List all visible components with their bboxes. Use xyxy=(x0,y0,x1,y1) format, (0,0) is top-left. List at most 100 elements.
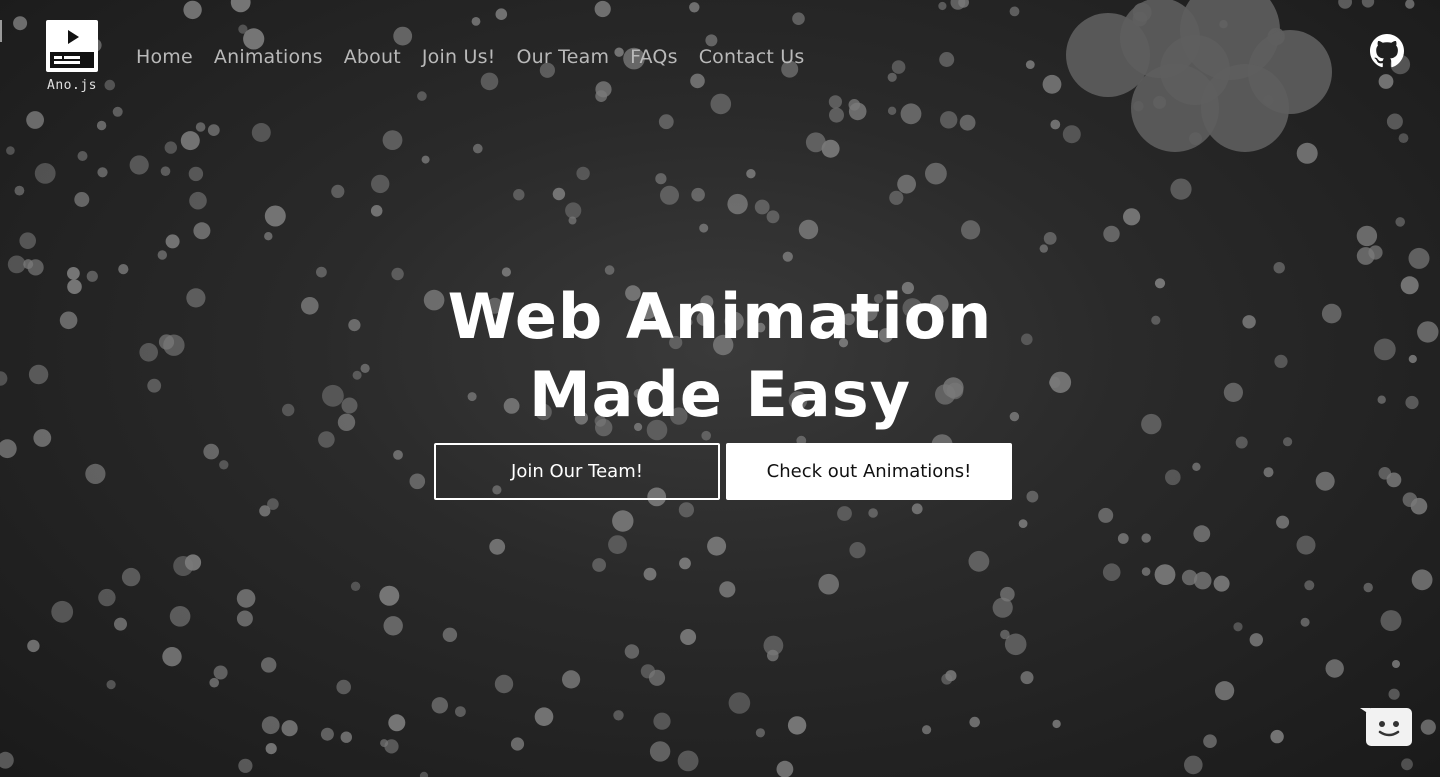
particle xyxy=(1233,622,1243,632)
particle xyxy=(494,674,514,694)
particle xyxy=(121,567,141,587)
particle xyxy=(1273,262,1285,274)
particle xyxy=(510,737,525,751)
particle xyxy=(264,205,286,227)
particle xyxy=(1325,659,1344,678)
nav-item-our-team[interactable]: Our Team xyxy=(517,46,610,68)
particle xyxy=(230,0,251,13)
particle xyxy=(608,535,627,554)
particle xyxy=(968,550,990,572)
particle xyxy=(501,267,511,277)
window-edge-marker xyxy=(0,20,2,42)
brand-logo[interactable]: Ano.js xyxy=(44,20,100,93)
particle xyxy=(900,103,922,125)
hero-buttons: Join Our Team! Check out Animations! xyxy=(434,443,1012,500)
particle xyxy=(887,106,897,116)
particle xyxy=(534,707,554,726)
particle xyxy=(1304,580,1315,591)
particle xyxy=(26,111,44,129)
particle xyxy=(331,184,345,198)
particle xyxy=(164,141,177,154)
particle xyxy=(613,710,624,721)
particle xyxy=(1192,462,1201,471)
particle xyxy=(1386,472,1402,488)
particle xyxy=(710,93,732,115)
particle xyxy=(85,463,106,484)
particle xyxy=(707,536,727,556)
particle xyxy=(727,193,748,215)
particle xyxy=(0,751,14,769)
particle xyxy=(184,554,202,571)
nav-item-join-us[interactable]: Join Us! xyxy=(422,46,496,68)
particle xyxy=(165,234,180,249)
particle xyxy=(1170,178,1192,200)
particle xyxy=(728,692,751,714)
particle xyxy=(798,219,819,240)
join-our-team-button[interactable]: Join Our Team! xyxy=(434,443,720,500)
particle xyxy=(1009,6,1020,17)
particle xyxy=(969,716,980,728)
particle xyxy=(552,187,566,201)
particle xyxy=(922,725,932,735)
particle xyxy=(74,192,90,207)
particle xyxy=(1050,119,1061,130)
particle xyxy=(1356,225,1378,247)
particle xyxy=(754,199,770,215)
particle xyxy=(1193,571,1212,590)
particle xyxy=(576,166,590,181)
particle xyxy=(421,155,430,164)
particle xyxy=(393,450,403,460)
nav-item-home[interactable]: Home xyxy=(136,46,193,68)
particle xyxy=(1043,232,1057,245)
particle xyxy=(889,190,904,205)
particle xyxy=(77,151,88,161)
particle xyxy=(1405,0,1415,9)
particle xyxy=(51,600,74,623)
particle xyxy=(157,250,167,260)
particle xyxy=(959,114,976,131)
nav-item-contact-us[interactable]: Contact Us xyxy=(699,46,805,68)
particle xyxy=(660,185,679,205)
nav-item-animations[interactable]: Animations xyxy=(214,46,323,68)
particle xyxy=(690,73,705,89)
particle xyxy=(180,131,200,151)
particle xyxy=(371,174,390,194)
particle xyxy=(1025,60,1035,69)
particle xyxy=(106,680,116,690)
particle xyxy=(829,107,844,123)
nav-item-about[interactable]: About xyxy=(344,46,401,68)
particle xyxy=(442,627,458,642)
particle xyxy=(370,205,383,217)
particle xyxy=(379,585,400,606)
check-out-animations-button[interactable]: Check out Animations! xyxy=(726,443,1012,500)
particle xyxy=(1000,629,1010,640)
particle xyxy=(1235,436,1248,449)
particle xyxy=(1392,660,1400,668)
particle xyxy=(719,581,736,598)
github-icon[interactable] xyxy=(1370,34,1404,68)
particle xyxy=(1249,633,1264,647)
particle xyxy=(678,502,695,518)
particle xyxy=(1270,729,1284,744)
particle xyxy=(1154,564,1176,585)
particle xyxy=(562,670,581,689)
particle xyxy=(767,649,779,662)
particle xyxy=(1356,247,1375,265)
particle xyxy=(1141,567,1151,576)
particle xyxy=(1123,208,1141,226)
nav-item-faqs[interactable]: FAQs xyxy=(630,46,678,68)
particle xyxy=(160,166,171,176)
particle xyxy=(27,639,40,653)
particle xyxy=(480,72,499,91)
particle xyxy=(34,163,56,184)
particle xyxy=(1296,142,1318,164)
hero-title: Web Animation Made Easy xyxy=(0,278,1440,434)
particle xyxy=(1062,125,1081,144)
chat-smiley-icon[interactable] xyxy=(1360,706,1412,746)
particle xyxy=(7,255,26,274)
particle xyxy=(129,155,149,175)
particle xyxy=(1213,575,1230,592)
particle xyxy=(219,460,229,470)
particle xyxy=(383,616,403,636)
particle xyxy=(340,731,352,743)
